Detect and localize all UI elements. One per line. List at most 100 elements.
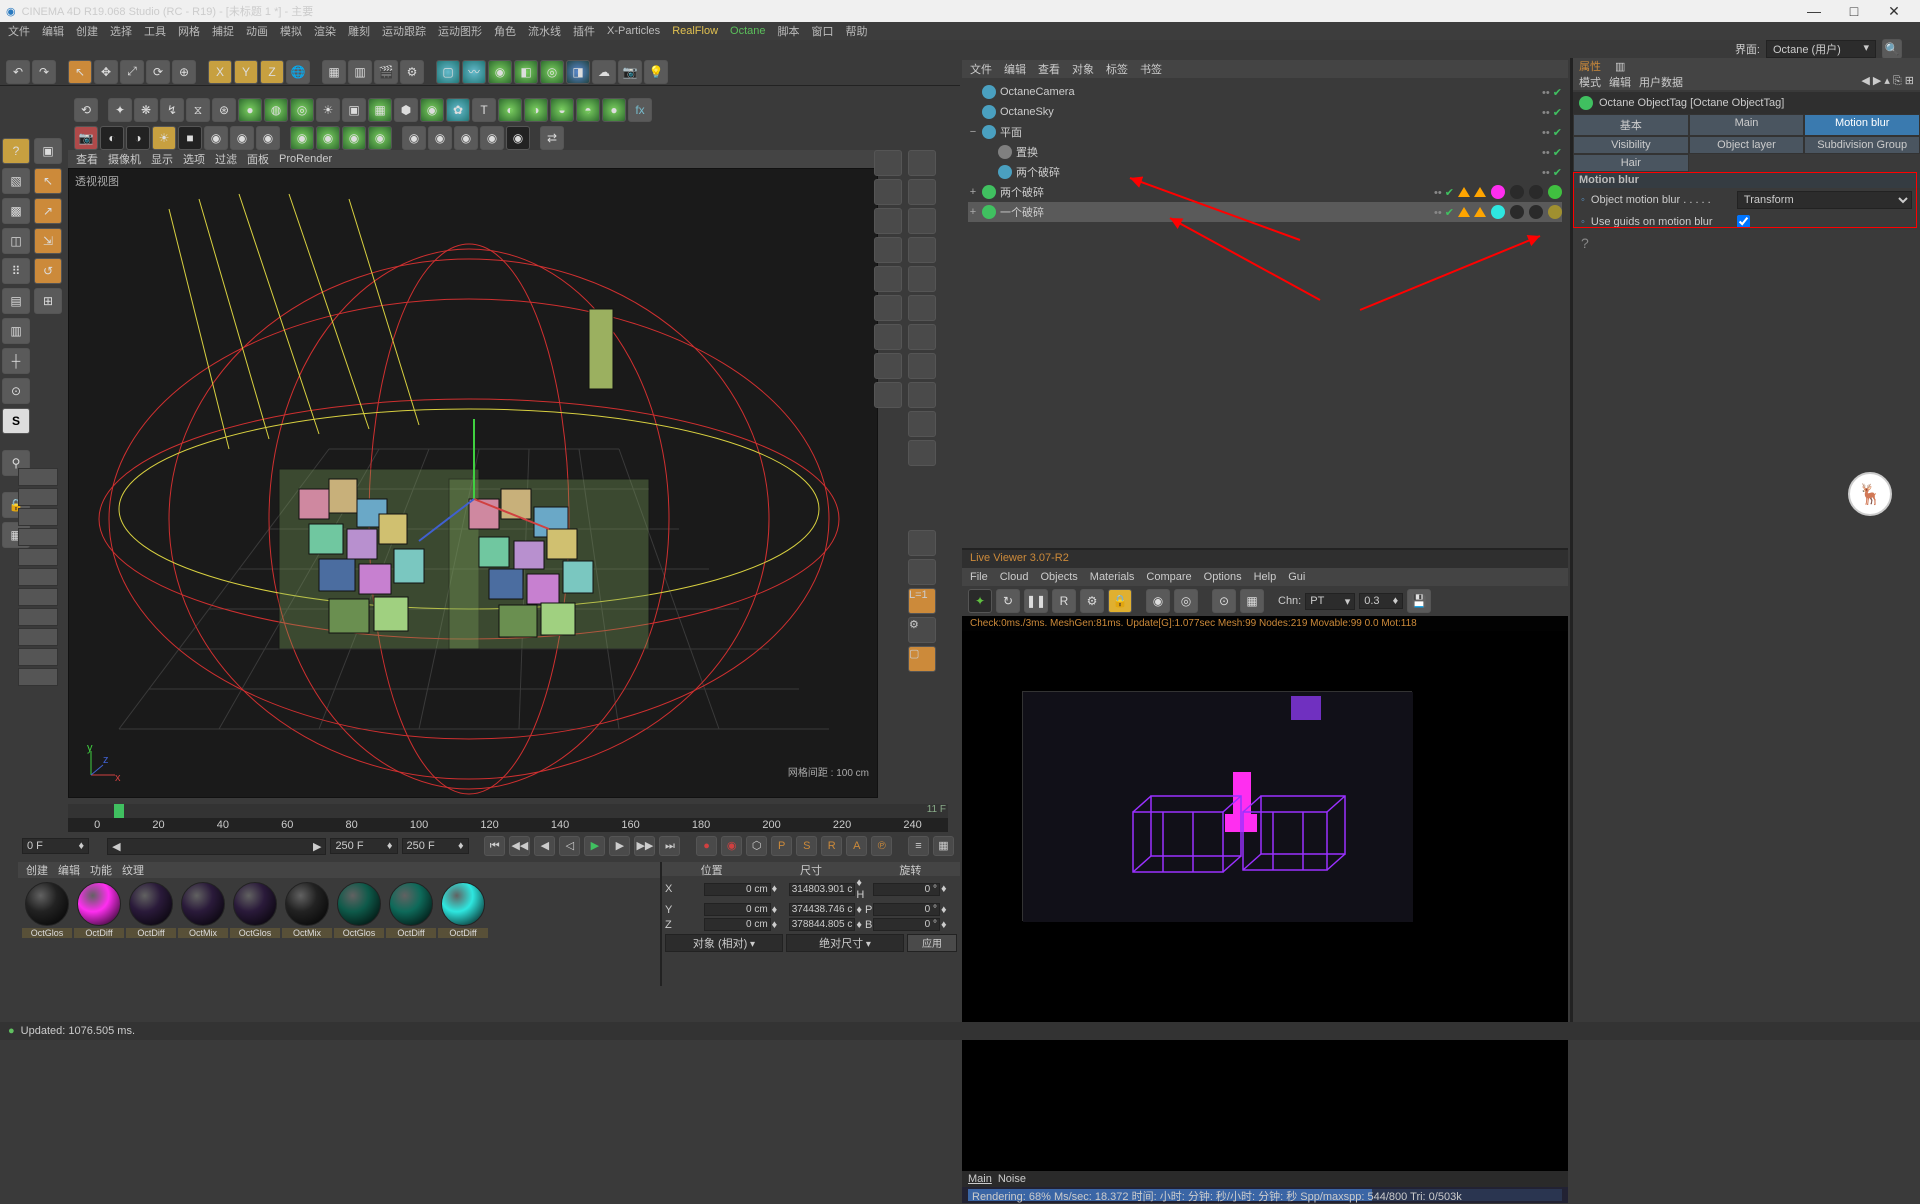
lv-canvas[interactable] — [962, 631, 1568, 1171]
material-0[interactable]: OctGlos — [22, 882, 72, 938]
play-forward[interactable]: ▶ — [584, 836, 605, 856]
attr-tab-Motion-blur[interactable]: Motion blur — [1804, 114, 1920, 136]
layout-dropdown[interactable]: Octane (用户)▾ — [1766, 40, 1876, 58]
menu-编辑[interactable]: 编辑 — [42, 23, 64, 39]
menu-X-Particles[interactable]: X-Particles — [607, 25, 660, 37]
palette-10[interactable] — [18, 648, 58, 666]
viewmenu-过滤[interactable]: 过滤 — [215, 151, 237, 167]
lv-menu-Compare[interactable]: Compare — [1146, 571, 1191, 583]
lv-menu-Objects[interactable]: Objects — [1040, 571, 1077, 583]
prev-frame[interactable]: ◀ — [534, 836, 555, 856]
menu-创建[interactable]: 创建 — [76, 23, 98, 39]
make-editable[interactable]: ▣ — [34, 138, 62, 164]
attr-tab-Visibility[interactable]: Visibility — [1573, 136, 1689, 154]
add-deformer[interactable]: ◨ — [566, 60, 590, 84]
rs2-7[interactable] — [908, 324, 936, 350]
oct-mat-6[interactable]: ◉ — [256, 126, 280, 150]
workplane-mode[interactable]: ◫ — [2, 228, 30, 254]
rs1-9[interactable] — [874, 382, 902, 408]
range-end[interactable]: 250 F♦ — [330, 838, 397, 854]
xp-icon-12[interactable]: ▦ — [368, 98, 392, 122]
lt2-2[interactable]: ↖ — [34, 168, 62, 194]
palette-2[interactable] — [18, 488, 58, 506]
xp-icon-21[interactable]: ● — [602, 98, 626, 122]
lv-send-icon[interactable]: ✦ — [968, 589, 992, 613]
xp-icon-6[interactable]: ⊛ — [212, 98, 236, 122]
viewmenu-显示[interactable]: 显示 — [151, 151, 173, 167]
rs1-3[interactable] — [874, 208, 902, 234]
start-frame[interactable]: 0 F♦ — [22, 838, 89, 854]
lv-grid-icon[interactable]: ▦ — [1240, 589, 1264, 613]
s-icon[interactable]: S — [2, 408, 30, 434]
xp-icon-10[interactable]: ☀ — [316, 98, 340, 122]
oct-camera-icon[interactable]: 📷 — [74, 126, 98, 150]
palette-7[interactable] — [18, 588, 58, 606]
add-cube[interactable]: ▢ — [436, 60, 460, 84]
rs2-9[interactable] — [908, 382, 936, 408]
key-s[interactable]: S — [796, 836, 817, 856]
oct-mat-14[interactable]: ◉ — [480, 126, 504, 150]
lv-refresh-icon[interactable]: ↻ — [996, 589, 1020, 613]
playhead[interactable] — [114, 804, 124, 818]
tree-item[interactable]: −平面•• ✔ — [968, 122, 1562, 142]
palette-11[interactable] — [18, 668, 58, 686]
edge-mode[interactable]: ▤ — [2, 288, 30, 314]
oct-mat-5[interactable]: ◉ — [230, 126, 254, 150]
oct-mat-1[interactable]: ◐ — [100, 126, 124, 150]
range-slider[interactable]: ◀▶ — [107, 838, 326, 855]
palette-5[interactable] — [18, 548, 58, 566]
lv-save-icon[interactable]: 💾 — [1407, 589, 1431, 613]
objmgr-tab-书签[interactable]: 书签 — [1140, 61, 1162, 77]
lv-clay-icon[interactable]: ◎ — [1174, 589, 1198, 613]
attr-tab-Object-layer[interactable]: Object layer — [1689, 136, 1805, 154]
lv-region-icon[interactable]: R — [1052, 589, 1076, 613]
rs2-1[interactable] — [908, 150, 936, 176]
attr-mode-编辑[interactable]: 编辑 — [1609, 74, 1631, 90]
poly-mode[interactable]: ▥ — [2, 318, 30, 344]
menu-动画[interactable]: 动画 — [246, 23, 268, 39]
key-p[interactable]: P — [771, 836, 792, 856]
rs2-5[interactable] — [908, 266, 936, 292]
timeline[interactable]: 020406080100120140160180200220240 11 F — [68, 804, 948, 832]
scale-tool[interactable]: ⤢ — [120, 60, 144, 84]
xp-icon-7[interactable]: ● — [238, 98, 262, 122]
oct-mat-9[interactable]: ◉ — [342, 126, 366, 150]
tree-item[interactable]: OctaneSky•• ✔ — [968, 102, 1562, 122]
xp-icon-22[interactable]: fx — [628, 98, 652, 122]
coord-system[interactable]: 🌐 — [286, 60, 310, 84]
tree-item[interactable]: OctaneCamera•• ✔ — [968, 82, 1562, 102]
palette-1[interactable] — [18, 468, 58, 486]
coord-mode-2[interactable]: 绝对尺寸 ▾ — [786, 934, 904, 952]
menu-文件[interactable]: 文件 — [8, 23, 30, 39]
menu-窗口[interactable]: 窗口 — [812, 23, 834, 39]
rs1-2[interactable] — [874, 179, 902, 205]
menu-网格[interactable]: 网格 — [178, 23, 200, 39]
end-frame[interactable]: 250 F♦ — [402, 838, 469, 854]
xp-icon-5[interactable]: ⧖ — [186, 98, 210, 122]
move-tool[interactable]: ✥ — [94, 60, 118, 84]
lv-menu-File[interactable]: File — [970, 571, 988, 583]
goto-start[interactable]: ⏮ — [484, 836, 505, 856]
rotate-tool[interactable]: ⟳ — [146, 60, 170, 84]
axis-mode[interactable]: ┼ — [2, 348, 30, 374]
oct-mat-3[interactable]: ■ — [178, 126, 202, 150]
material-5[interactable]: OctMix — [282, 882, 332, 938]
add-nurbs[interactable]: ◉ — [488, 60, 512, 84]
render-view-button[interactable]: ▦ — [322, 60, 346, 84]
palette-8[interactable] — [18, 608, 58, 626]
mat-tab-创建[interactable]: 创建 — [26, 862, 48, 878]
mat-tab-功能[interactable]: 功能 — [90, 862, 112, 878]
chk-use-guids[interactable] — [1737, 215, 1750, 228]
xp-icon-3[interactable]: ❋ — [134, 98, 158, 122]
lv-focus-icon[interactable]: ⊙ — [1212, 589, 1236, 613]
rs2-8[interactable] — [908, 353, 936, 379]
snap-toggle[interactable]: ⊙ — [2, 378, 30, 404]
lv-tab-noise[interactable]: Noise — [998, 1173, 1026, 1185]
minimize-button[interactable]: — — [1794, 3, 1834, 19]
rs1-6[interactable] — [874, 295, 902, 321]
attr-tab-Hair[interactable]: Hair — [1573, 154, 1689, 172]
rs1-8[interactable] — [874, 353, 902, 379]
add-spline[interactable]: 〰 — [462, 60, 486, 84]
xp-icon-17[interactable]: ◐ — [498, 98, 522, 122]
render-pv-button[interactable]: 🎬 — [374, 60, 398, 84]
